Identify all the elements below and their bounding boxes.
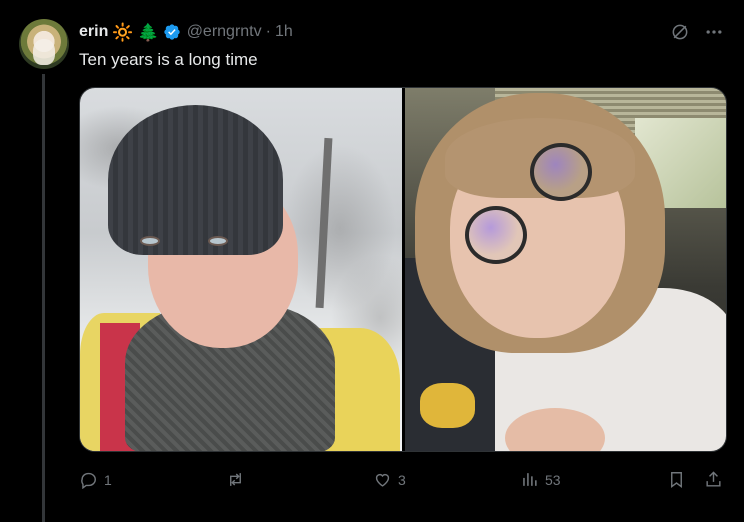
tweet-time[interactable]: 1h — [275, 23, 293, 41]
grok-icon[interactable] — [670, 22, 690, 42]
views-icon — [523, 473, 537, 486]
tweet-top-actions — [670, 22, 724, 42]
more-icon[interactable] — [704, 22, 724, 42]
reply-button[interactable]: 1 — [79, 470, 112, 489]
sun-emoji: 🔆 — [112, 22, 134, 42]
like-button[interactable]: 3 — [373, 470, 406, 489]
share-icon — [706, 471, 721, 487]
tweet-media — [79, 87, 727, 452]
author-handle[interactable]: @erngrntv — [187, 23, 262, 41]
tweet-text: Ten years is a long time — [79, 50, 258, 69]
author-name[interactable]: erin — [79, 23, 108, 41]
retweet-icon — [230, 473, 241, 486]
views-count: 53 — [545, 471, 561, 488]
photo-indoor-selfie[interactable] — [404, 88, 726, 451]
tweet-actions: 1 3 53 — [79, 470, 727, 490]
like-icon — [375, 473, 390, 487]
verified-badge-icon — [164, 24, 180, 40]
avatar[interactable] — [19, 19, 69, 69]
retweet-button[interactable] — [226, 470, 251, 489]
reply-icon — [81, 472, 96, 489]
photo-snow-selfie[interactable] — [80, 88, 402, 451]
like-count: 3 — [398, 471, 406, 488]
bookmark-icon — [671, 472, 682, 489]
reply-count: 1 — [104, 471, 112, 488]
tweet-header: erin 🔆 🌲 @erngrntv · 1h — [79, 22, 293, 42]
bookmark-button[interactable] — [667, 470, 686, 489]
views-button[interactable]: 53 — [520, 470, 561, 489]
separator-dot: · — [265, 23, 271, 40]
share-button[interactable] — [704, 470, 723, 489]
thread-line — [42, 74, 45, 522]
tree-emoji: 🌲 — [137, 22, 159, 42]
